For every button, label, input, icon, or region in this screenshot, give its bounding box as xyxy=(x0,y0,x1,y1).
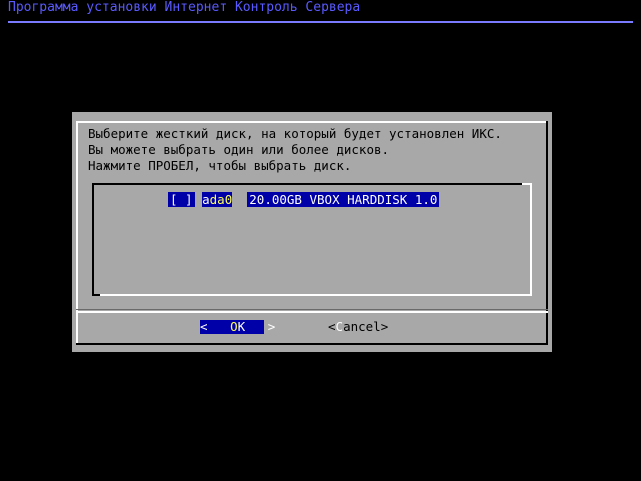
cancel-button[interactable]: <Cancel> xyxy=(328,320,388,334)
button-separator-shadow xyxy=(76,309,548,310)
backtitle: Программа установки Интернет Контроль Се… xyxy=(8,0,361,15)
ok-left-bracket: < xyxy=(200,319,208,334)
list-item[interactable]: [ ] ada0 20.00GB VBOX HARDDISK 1.0 xyxy=(168,192,440,208)
disk-select-dialog: Выберите жесткий диск, на который будет … xyxy=(72,112,552,352)
listbox-corner-bottom xyxy=(92,294,100,296)
listbox-border-top xyxy=(92,183,532,185)
cancel-right-bracket: > xyxy=(380,319,389,334)
listbox-border-bottom xyxy=(92,294,532,296)
ok-hotkey: O xyxy=(230,319,238,334)
listbox-border-right xyxy=(530,183,532,296)
disk-checklist[interactable]: [ ] ada0 20.00GB VBOX HARDDISK 1.0 xyxy=(92,183,532,296)
listbox-corner-top xyxy=(522,183,532,185)
item-description: 20.00GB VBOX HARDDISK 1.0 xyxy=(247,192,440,207)
installer-screen: Программа установки Интернет Контроль Се… xyxy=(0,0,641,481)
item-tag-hotkey: a xyxy=(202,192,210,207)
backtitle-underline xyxy=(8,21,633,23)
button-separator xyxy=(76,311,548,313)
ok-button[interactable]: < OK > xyxy=(200,319,275,334)
ok-label-rest: K xyxy=(237,319,246,334)
item-checkbox[interactable]: [ ] xyxy=(168,192,195,207)
listbox-border-left xyxy=(92,183,94,296)
item-tag: da0 xyxy=(209,192,233,207)
cancel-left-bracket: < xyxy=(328,319,336,334)
dialog-prompt: Выберите жесткий диск, на который будет … xyxy=(88,126,502,173)
dialog-border-bottom xyxy=(76,343,548,345)
cancel-label-rest: ancel xyxy=(343,319,381,334)
cancel-hotkey: C xyxy=(335,319,344,334)
dialog-border-top xyxy=(76,121,548,123)
ok-right-bracket: > xyxy=(267,319,276,334)
